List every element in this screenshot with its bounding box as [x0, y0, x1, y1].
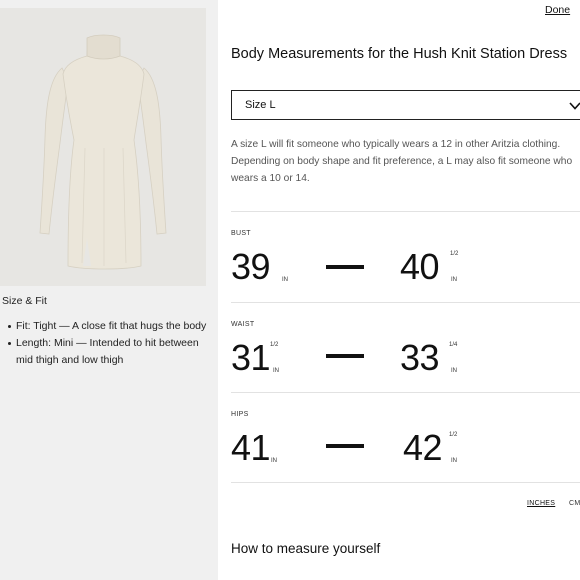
bust-measurement: BUST 39 IN 40 1/2 IN	[231, 230, 580, 290]
hips-min-unit: IN	[271, 458, 277, 464]
range-dash	[326, 354, 364, 358]
how-to-measure-heading: How to measure yourself	[231, 541, 381, 556]
divider	[231, 302, 580, 303]
divider	[231, 392, 580, 393]
hips-measurement: HIPS 41 IN 42 1/2 IN	[231, 411, 580, 471]
waist-max-value: 33	[400, 337, 440, 378]
size-select-value: Size L	[245, 99, 276, 111]
range-dash	[326, 265, 364, 269]
waist-min-fraction: 1/2	[270, 342, 279, 348]
inches-toggle[interactable]: INCHES	[527, 500, 555, 507]
waist-max-unit: IN	[451, 368, 457, 374]
divider	[231, 482, 580, 483]
hips-max-value: 42	[403, 427, 443, 468]
waist-label: WAIST	[231, 321, 255, 328]
size-fit-list: Fit: Tight — A close fit that hugs the b…	[8, 318, 213, 369]
waist-min-unit: IN	[273, 368, 279, 374]
waist-max-fraction: 1/4	[449, 342, 458, 348]
hips-max-fraction: 1/2	[449, 432, 458, 438]
waist-min-value: 31	[231, 337, 271, 378]
size-select[interactable]: Size L	[231, 90, 580, 120]
hips-max-unit: IN	[451, 458, 457, 464]
hips-label: HIPS	[231, 411, 249, 418]
modal-title: Body Measurements for the Hush Knit Stat…	[231, 46, 568, 62]
length-item: Length: Mini — Intended to hit between m…	[8, 335, 213, 369]
measurements-modal: Done Body Measurements for the Hush Knit…	[218, 0, 580, 580]
bust-min-value: 39	[231, 246, 271, 287]
waist-measurement: WAIST 31 1/2 IN 33 1/4 IN	[231, 321, 580, 381]
product-image	[0, 8, 206, 286]
bust-max-value: 40	[400, 246, 440, 287]
bust-max-unit: IN	[451, 277, 457, 283]
dress-illustration	[0, 8, 206, 286]
chevron-down-icon	[569, 102, 580, 110]
divider	[231, 211, 580, 212]
size-description: A size L will fit someone who typically …	[231, 139, 573, 184]
size-fit-title: Size & Fit	[2, 295, 47, 307]
fit-item: Fit: Tight — A close fit that hugs the b…	[8, 318, 213, 335]
cm-toggle[interactable]: CM	[569, 500, 580, 507]
product-panel: Size & Fit Fit: Tight — A close fit that…	[0, 0, 218, 580]
done-button[interactable]: Done	[545, 4, 570, 16]
bust-max-fraction: 1/2	[450, 251, 459, 257]
bust-min-unit: IN	[282, 277, 288, 283]
range-dash	[326, 444, 364, 448]
bust-label: BUST	[231, 230, 251, 237]
hips-min-value: 41	[231, 427, 271, 468]
